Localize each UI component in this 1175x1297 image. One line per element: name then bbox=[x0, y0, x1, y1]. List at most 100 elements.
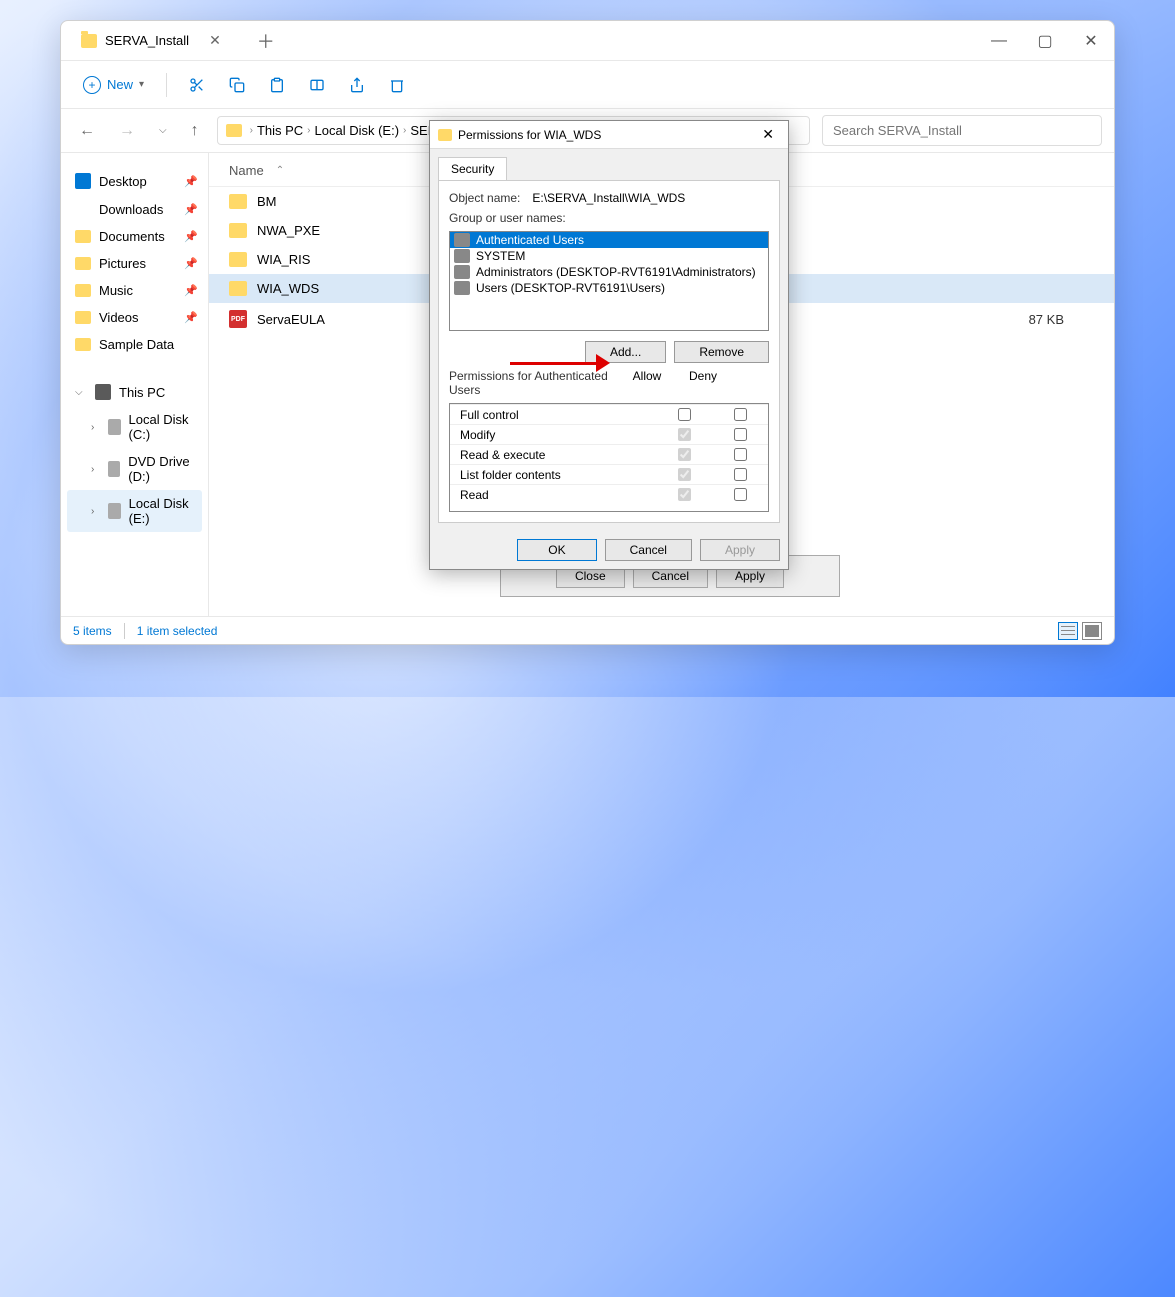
add-button[interactable]: Add... bbox=[585, 341, 666, 363]
up-button[interactable]: ↑ bbox=[185, 118, 205, 144]
sidebar-this-pc[interactable]: ⌵ This PC bbox=[67, 378, 202, 406]
sidebar-icon bbox=[75, 230, 91, 243]
sort-indicator: ⌃ bbox=[276, 165, 284, 176]
permission-row: Read bbox=[450, 484, 768, 504]
cancel-button[interactable]: Cancel bbox=[605, 539, 692, 561]
allow-checkbox[interactable] bbox=[678, 468, 691, 481]
remove-button[interactable]: Remove bbox=[674, 341, 769, 363]
pin-icon: 📌 bbox=[184, 284, 198, 297]
rename-button[interactable] bbox=[299, 67, 335, 103]
dialog-title: Permissions for WIA_WDS bbox=[458, 128, 601, 142]
sidebar-drive[interactable]: ›Local Disk (E:) bbox=[67, 490, 202, 532]
status-selected: 1 item selected bbox=[137, 624, 218, 638]
status-items: 5 items bbox=[73, 624, 112, 638]
sidebar-item[interactable]: Videos📌 bbox=[67, 304, 202, 331]
deny-checkbox[interactable] bbox=[734, 428, 747, 441]
sidebar-item[interactable]: Downloads📌 bbox=[67, 195, 202, 223]
sidebar-item[interactable]: Pictures📌 bbox=[67, 250, 202, 277]
allow-checkbox[interactable] bbox=[678, 428, 691, 441]
folder-icon bbox=[229, 281, 247, 296]
user-item[interactable]: Administrators (DESKTOP-RVT6191\Administ… bbox=[450, 264, 768, 280]
folder-icon bbox=[229, 194, 247, 209]
user-item[interactable]: Users (DESKTOP-RVT6191\Users) bbox=[450, 280, 768, 296]
maximize-button[interactable]: ▢ bbox=[1022, 21, 1068, 61]
deny-checkbox[interactable] bbox=[734, 488, 747, 501]
dialog-titlebar[interactable]: Permissions for WIA_WDS ✕ bbox=[430, 121, 788, 149]
pin-icon: 📌 bbox=[184, 203, 198, 216]
sidebar-item[interactable]: Sample Data bbox=[67, 331, 202, 358]
cut-button[interactable] bbox=[179, 67, 215, 103]
ok-button[interactable]: OK bbox=[517, 539, 596, 561]
permissions-table: Full controlModifyRead & executeList fol… bbox=[449, 403, 769, 512]
toolbar: + New ▾ bbox=[61, 61, 1114, 109]
file-size: 87 KB bbox=[1029, 312, 1064, 327]
sidebar-icon bbox=[75, 338, 91, 351]
object-name-value: E:\SERVA_Install\WIA_WDS bbox=[532, 191, 685, 205]
sidebar: Desktop📌Downloads📌Documents📌Pictures📌Mus… bbox=[61, 153, 209, 616]
search-input[interactable] bbox=[822, 115, 1102, 146]
disk-icon bbox=[108, 503, 120, 519]
permission-row: Full control bbox=[450, 404, 768, 424]
share-button[interactable] bbox=[339, 67, 375, 103]
dialog-close-button[interactable]: ✕ bbox=[756, 124, 780, 145]
recent-button[interactable]: ⌵ bbox=[153, 121, 173, 140]
paste-button[interactable] bbox=[259, 67, 295, 103]
user-list[interactable]: Authenticated UsersSYSTEMAdministrators … bbox=[449, 231, 769, 331]
plus-icon: + bbox=[83, 76, 101, 94]
sidebar-item[interactable]: Music📌 bbox=[67, 277, 202, 304]
window-tab[interactable]: SERVA_Install ✕ bbox=[65, 22, 237, 60]
statusbar: 5 items 1 item selected bbox=[61, 616, 1114, 644]
pin-icon: 📌 bbox=[184, 175, 198, 188]
object-name-label: Object name: bbox=[449, 191, 520, 205]
permission-row: Modify bbox=[450, 424, 768, 444]
group-label: Group or user names: bbox=[449, 211, 769, 225]
folder-icon bbox=[438, 129, 452, 141]
delete-button[interactable] bbox=[379, 67, 415, 103]
copy-button[interactable] bbox=[219, 67, 255, 103]
deny-checkbox[interactable] bbox=[734, 448, 747, 461]
disk-icon bbox=[108, 419, 120, 435]
sidebar-icon bbox=[75, 284, 91, 297]
pin-icon: 📌 bbox=[184, 257, 198, 270]
folder-icon bbox=[229, 252, 247, 267]
sidebar-icon bbox=[75, 311, 91, 324]
sidebar-icon bbox=[75, 173, 91, 189]
new-button[interactable]: + New ▾ bbox=[73, 70, 154, 100]
minimize-button[interactable]: — bbox=[976, 21, 1022, 61]
permission-row: List folder contents bbox=[450, 464, 768, 484]
permissions-for-label: Permissions for Authenticated Users bbox=[449, 369, 619, 397]
sidebar-icon bbox=[75, 257, 91, 270]
deny-checkbox[interactable] bbox=[734, 408, 747, 421]
back-button[interactable]: ← bbox=[73, 118, 101, 144]
user-item[interactable]: Authenticated Users bbox=[450, 232, 768, 248]
tab-close-button[interactable]: ✕ bbox=[209, 32, 221, 49]
new-tab-button[interactable]: ＋ bbox=[249, 24, 283, 58]
sidebar-item[interactable]: Desktop📌 bbox=[67, 167, 202, 195]
pin-icon: 📌 bbox=[184, 230, 198, 243]
pc-icon bbox=[95, 384, 111, 400]
users-icon bbox=[454, 233, 470, 247]
allow-checkbox[interactable] bbox=[678, 488, 691, 501]
users-icon bbox=[454, 249, 470, 263]
details-view-button[interactable] bbox=[1058, 622, 1078, 640]
allow-checkbox[interactable] bbox=[678, 408, 691, 421]
forward-button[interactable]: → bbox=[113, 118, 141, 144]
close-button[interactable]: ✕ bbox=[1068, 21, 1114, 61]
icons-view-button[interactable] bbox=[1082, 622, 1102, 640]
folder-icon bbox=[226, 124, 242, 137]
sidebar-drive[interactable]: ›Local Disk (C:) bbox=[67, 406, 202, 448]
tab-title: SERVA_Install bbox=[105, 33, 189, 48]
apply-button[interactable]: Apply bbox=[700, 539, 780, 561]
sidebar-item[interactable]: Documents📌 bbox=[67, 223, 202, 250]
deny-checkbox[interactable] bbox=[734, 468, 747, 481]
permission-row: Read & execute bbox=[450, 444, 768, 464]
user-item[interactable]: SYSTEM bbox=[450, 248, 768, 264]
permissions-dialog: Permissions for WIA_WDS ✕ Security Objec… bbox=[429, 120, 789, 570]
users-icon bbox=[454, 265, 470, 279]
allow-checkbox[interactable] bbox=[678, 448, 691, 461]
titlebar: SERVA_Install ✕ ＋ — ▢ ✕ bbox=[61, 21, 1114, 61]
sidebar-drive[interactable]: ›DVD Drive (D:) bbox=[67, 448, 202, 490]
pin-icon: 📌 bbox=[184, 311, 198, 324]
disk-icon bbox=[108, 461, 120, 477]
security-tab[interactable]: Security bbox=[438, 157, 507, 180]
